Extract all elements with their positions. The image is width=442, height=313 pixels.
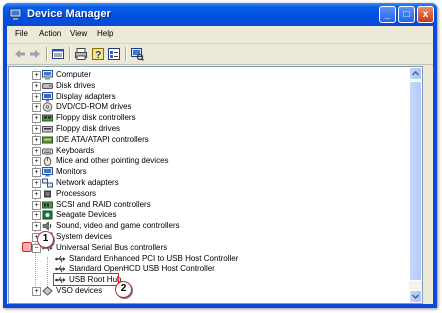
toolbar-separator xyxy=(46,47,48,61)
usb-icon xyxy=(55,255,66,262)
toolbar-separator xyxy=(69,47,71,61)
back-icon[interactable] xyxy=(13,47,27,61)
scroll-down-button[interactable] xyxy=(409,290,422,303)
sound-icon xyxy=(42,221,52,231)
tree-item-label: Network adapters xyxy=(56,178,119,187)
properties-grid-icon[interactable] xyxy=(51,47,65,61)
tree-item-label: DVD/CD-ROM drives xyxy=(56,102,132,112)
tree-item-label: Keyboards xyxy=(56,145,95,155)
menu-action[interactable]: Action xyxy=(39,29,61,38)
disk-drive-icon xyxy=(42,82,53,89)
scsi-icon xyxy=(42,201,53,209)
svg-text:?: ? xyxy=(95,50,101,61)
tree-item-label: Seagate Devices xyxy=(56,210,117,220)
expand-icon[interactable]: + xyxy=(32,125,41,134)
tree-item-label: IDE ATA/ATAPI controllers xyxy=(56,134,149,144)
tree-item-label: Computer xyxy=(56,70,92,79)
menu-help[interactable]: Help xyxy=(97,29,113,38)
tree-item-label: Mice and other pointing devices xyxy=(56,156,169,166)
print-icon[interactable] xyxy=(74,47,88,61)
vso-icon xyxy=(42,286,53,296)
tree-item-label: Disk drives xyxy=(56,80,96,90)
floppy-icon xyxy=(42,126,53,133)
device-tree[interactable]: + Computer + Disk drives + Display adapt… xyxy=(8,66,423,304)
expand-icon[interactable]: + xyxy=(32,92,41,102)
toolbar: ? xyxy=(7,44,433,65)
mouse-icon xyxy=(43,157,52,167)
expand-icon[interactable]: + xyxy=(32,222,41,232)
device-manager-icon xyxy=(9,8,22,20)
menu-view[interactable]: View xyxy=(70,29,87,38)
expand-icon[interactable]: + xyxy=(32,211,41,221)
expand-icon[interactable]: + xyxy=(32,200,41,210)
properties-icon[interactable] xyxy=(107,47,121,61)
tree-item-label: Monitors xyxy=(56,167,87,177)
network-icon xyxy=(42,178,53,188)
callout-2: 2 xyxy=(115,281,132,298)
help-icon[interactable]: ? xyxy=(91,47,105,61)
maximize-button[interactable]: □ xyxy=(398,6,415,23)
tree-connector-line xyxy=(47,257,48,289)
expand-icon[interactable]: + xyxy=(32,157,41,167)
menu-file[interactable]: File xyxy=(15,29,28,38)
scroll-thumb[interactable] xyxy=(409,81,422,281)
tree-item-label: Floppy disk drives xyxy=(56,124,121,133)
expand-icon[interactable]: + xyxy=(32,189,41,199)
expand-icon[interactable]: + xyxy=(32,114,41,124)
tree-item-label: Sound, video and game controllers xyxy=(56,221,180,231)
close-button[interactable]: x xyxy=(417,6,434,23)
menu-bar: File Action View Help xyxy=(7,26,433,44)
tree-item-label: Universal Serial Bus controllers xyxy=(56,242,168,252)
expand-icon[interactable]: + xyxy=(32,179,41,188)
expand-icon[interactable]: + xyxy=(32,103,41,113)
controller-icon xyxy=(42,114,53,122)
scroll-up-button[interactable] xyxy=(409,67,422,80)
expand-icon[interactable]: + xyxy=(32,168,41,178)
ide-controller-icon xyxy=(42,136,53,144)
title-bar[interactable]: Device Manager _ □ x xyxy=(3,3,437,26)
seagate-icon xyxy=(42,210,53,220)
scan-hardware-icon[interactable] xyxy=(130,47,144,61)
computer-icon xyxy=(42,70,53,80)
monitor-icon xyxy=(42,167,53,177)
display-adapter-icon xyxy=(42,91,53,102)
expand-icon[interactable]: + xyxy=(32,135,41,145)
tree-item-label: Processors xyxy=(56,188,97,198)
expand-icon[interactable]: + xyxy=(32,287,41,296)
window-client: File Action View Help ? + Computer + Dis… xyxy=(7,26,433,304)
expand-icon[interactable]: + xyxy=(32,81,41,91)
highlight-box xyxy=(53,273,119,286)
tree-item-label: Floppy disk controllers xyxy=(56,113,136,123)
highlight-marker xyxy=(22,242,32,252)
cd-drive-icon xyxy=(42,102,53,113)
tree-item-label: Standard Enhanced PCI to USB Host Contro… xyxy=(69,253,239,263)
expand-icon[interactable]: + xyxy=(32,146,41,156)
tree-item-label: VSO devices xyxy=(56,286,103,295)
toolbar-separator xyxy=(125,47,127,61)
minimize-button[interactable]: _ xyxy=(379,6,396,23)
tree-item-label: System devices xyxy=(56,232,113,241)
keyboard-icon xyxy=(42,148,53,155)
processor-icon xyxy=(44,190,51,198)
vertical-scrollbar[interactable] xyxy=(409,67,422,303)
tree-item-label: Display adapters xyxy=(56,91,116,101)
expand-icon[interactable]: + xyxy=(32,71,41,80)
forward-icon[interactable] xyxy=(28,47,42,61)
device-manager-window: Device Manager _ □ x File Action View He… xyxy=(3,3,437,308)
tree-item-label: SCSI and RAID controllers xyxy=(56,199,151,209)
window-title: Device Manager xyxy=(27,8,111,20)
callout-1: 1 xyxy=(37,231,54,248)
